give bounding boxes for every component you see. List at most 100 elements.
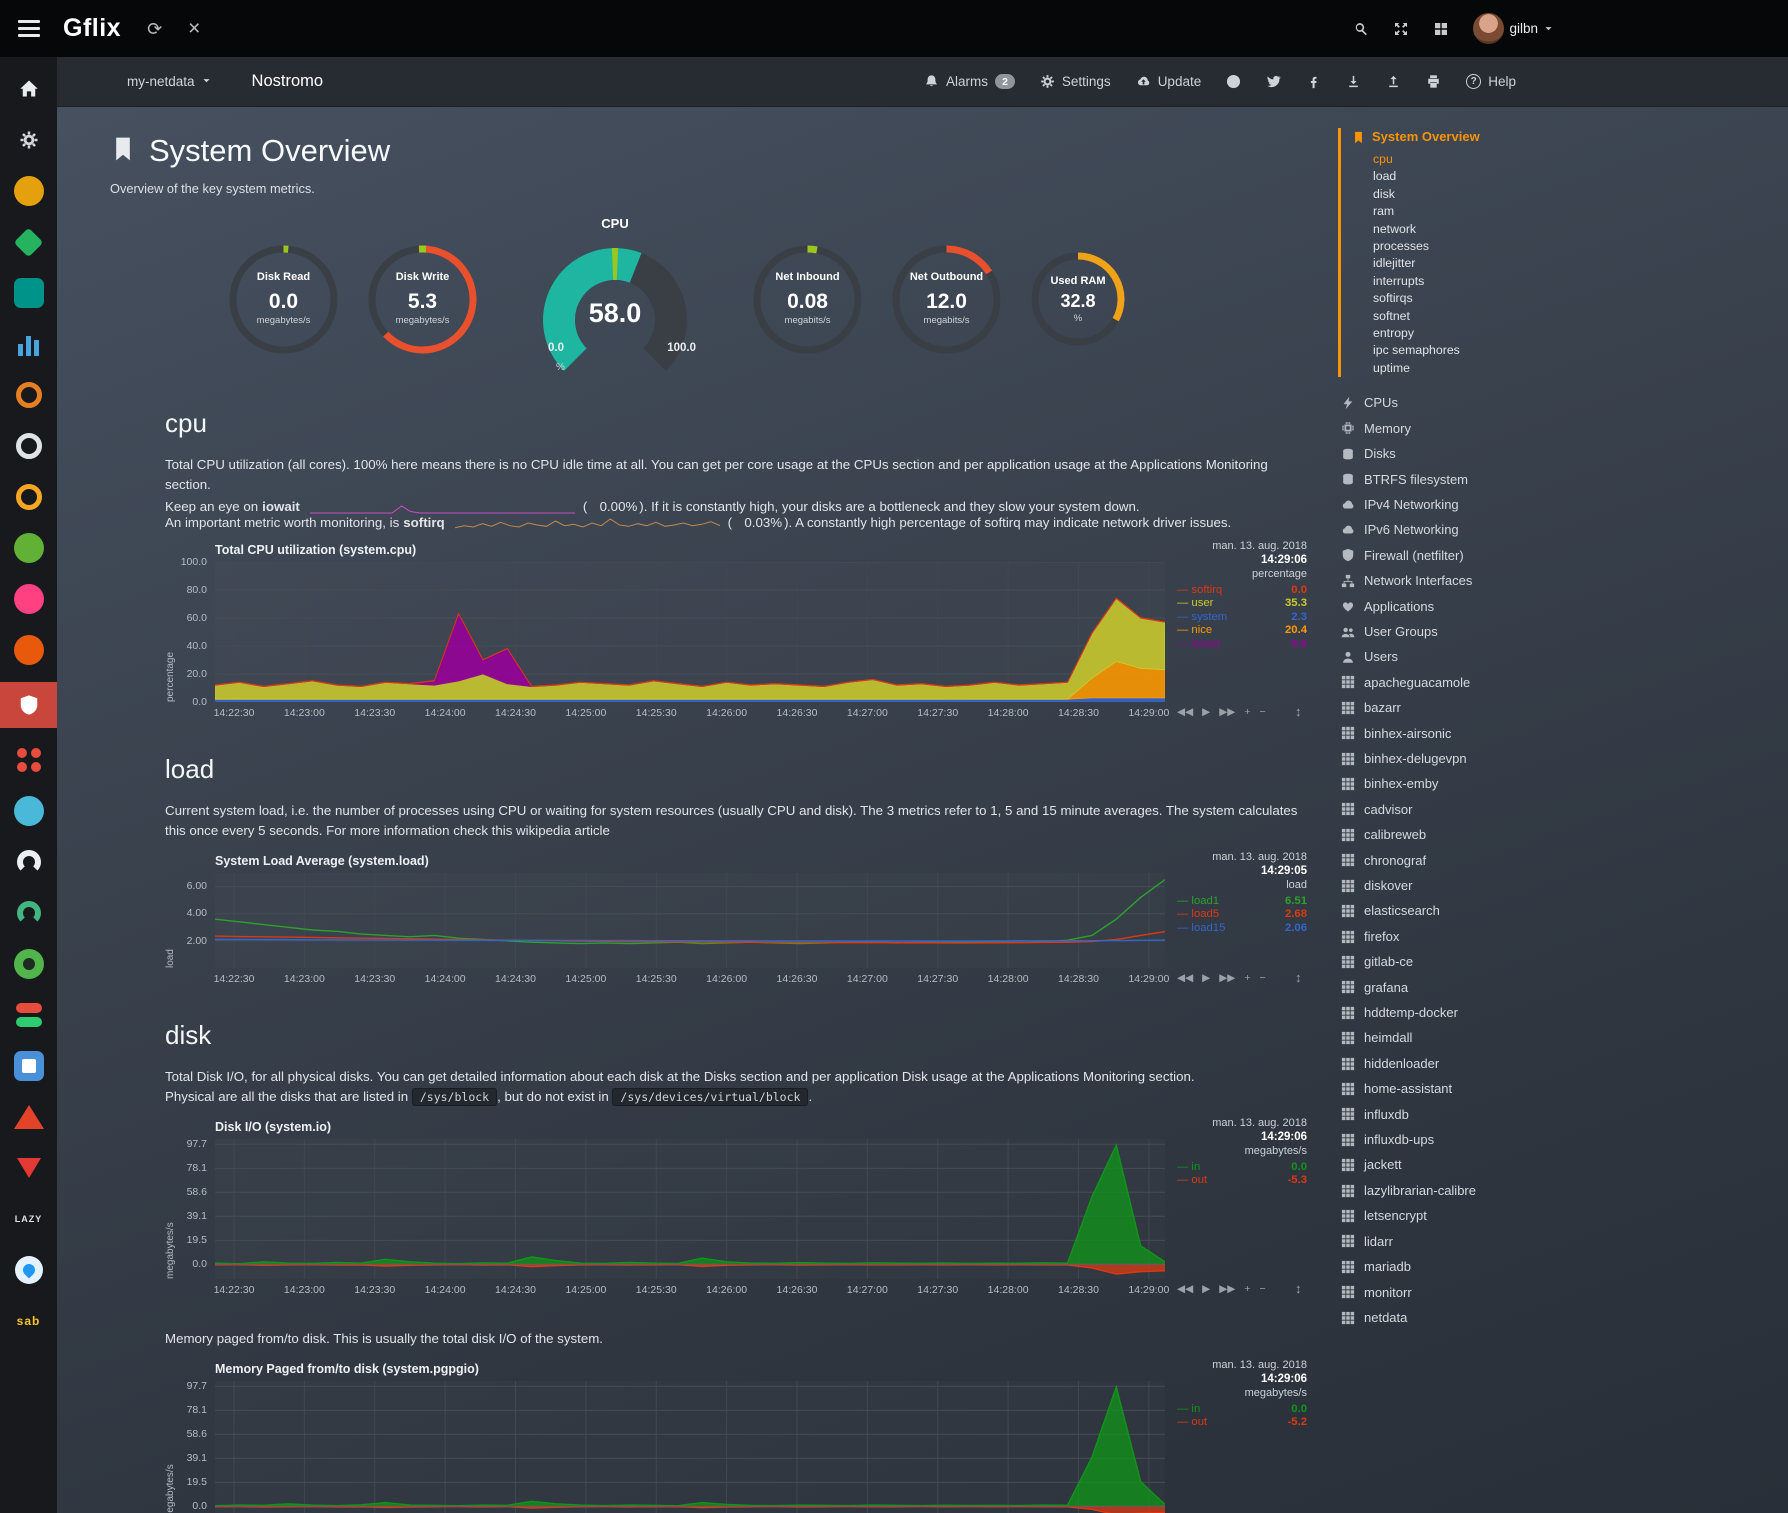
nav-item-mariadb[interactable]: mariadb [1338,1254,1788,1279]
nav-subitem-interrupts[interactable]: interrupts [1373,273,1788,290]
nav-item-home-assistant[interactable]: home-assistant [1338,1076,1788,1101]
app-shortcut-orange-circle[interactable] [0,172,57,210]
nav-item-cpus[interactable]: CPUs [1338,390,1788,415]
app-shortcut-green-circle[interactable] [0,529,57,567]
menu-item-print[interactable] [1426,74,1441,89]
app-shortcut-gitlab-fox[interactable] [0,1098,57,1136]
apps-grid-icon[interactable] [1433,21,1449,37]
nav-item-lidarr[interactable]: lidarr [1338,1229,1788,1254]
chart-plot-area[interactable] [215,562,1165,702]
legend-item-load15[interactable]: — load152.06 [1177,922,1307,936]
nav-item-system-overview[interactable]: System Overview [1352,128,1788,146]
app-shortcut-white-horseshoe[interactable] [0,843,57,881]
app-shortcut-blue-window[interactable] [0,1047,57,1085]
legend-item-out[interactable]: — out-5.3 [1177,1174,1307,1188]
chart-zoom-in-button[interactable]: + [1244,972,1250,984]
nav-item-calibreweb[interactable]: calibreweb [1338,822,1788,847]
legend-item-iowait[interactable]: — iowait0.0 [1177,638,1307,652]
nav-item-network-interfaces[interactable]: Network Interfaces [1338,568,1788,593]
fullscreen-icon[interactable] [1393,21,1409,37]
menu-item-github[interactable] [1226,74,1241,89]
gauge-cpu[interactable]: CPU58.00.0100.0% [520,216,710,382]
chart-resize-handle[interactable]: ↕ [1295,1281,1302,1296]
legend-item-system[interactable]: — system2.3 [1177,611,1307,625]
nav-item-firefox[interactable]: firefox [1338,924,1788,949]
chart-play-button[interactable]: ▶ [1202,1283,1210,1295]
nav-item-firewall-netfilter-[interactable]: Firewall (netfilter) [1338,543,1788,568]
legend-item-user[interactable]: — user35.3 [1177,597,1307,611]
nav-item-binhex-emby[interactable]: binhex-emby [1338,771,1788,796]
nav-item-cadvisor[interactable]: cadvisor [1338,797,1788,822]
menu-item-upload[interactable] [1386,74,1401,89]
server-dropdown[interactable]: my-netdata [127,74,212,89]
app-shortcut-sabnzbd[interactable]: sab [0,1302,57,1340]
app-shortcut-lazylibrarian[interactable]: LAZY [0,1200,57,1238]
chart-resize-handle[interactable]: ↕ [1295,970,1302,985]
nav-item-grafana[interactable]: grafana [1338,975,1788,1000]
nav-subitem-softnet[interactable]: softnet [1373,308,1788,325]
chart-zoom-out-button[interactable]: − [1260,972,1266,984]
app-shortcut-emby-circle[interactable] [0,945,57,983]
chart-plot-area[interactable] [215,1381,1165,1513]
hamburger-menu-icon[interactable] [0,0,57,57]
nav-subitem-entropy[interactable]: entropy [1373,325,1788,342]
chart-zoom-in-button[interactable]: + [1244,706,1250,718]
nav-item-elasticsearch[interactable]: elasticsearch [1338,898,1788,923]
nav-subitem-uptime[interactable]: uptime [1373,360,1788,377]
nav-subitem-idlejitter[interactable]: idlejitter [1373,255,1788,272]
nav-item-chronograf[interactable]: chronograf [1338,848,1788,873]
chart-forward-button[interactable]: ▶▶ [1219,706,1235,718]
menu-item-download[interactable] [1346,74,1361,89]
menu-item-twitter[interactable] [1266,74,1281,89]
refresh-icon[interactable]: ⟳ [147,20,162,38]
nav-subitem-cpu[interactable]: cpu [1373,151,1788,168]
server-dropdown-label[interactable]: my-netdata [127,74,195,89]
nav-subitem-load[interactable]: load [1373,168,1788,185]
chart-forward-button[interactable]: ▶▶ [1219,972,1235,984]
avatar[interactable] [1473,13,1504,44]
nav-subitem-disk[interactable]: disk [1373,186,1788,203]
app-shortcut-red-dots[interactable] [0,741,57,779]
nav-item-influxdb[interactable]: influxdb [1338,1102,1788,1127]
nav-item-hddtemp-docker[interactable]: hddtemp-docker [1338,1000,1788,1025]
nav-subitem-network[interactable]: network [1373,221,1788,238]
legend-item-softirq[interactable]: — softirq0.0 [1177,584,1307,598]
legend-item-nice[interactable]: — nice20.4 [1177,624,1307,638]
app-shortcut-white-ring[interactable] [0,427,57,465]
nav-item-influxdb-ups[interactable]: influxdb-ups [1338,1127,1788,1152]
chart-rewind-button[interactable]: ◀◀ [1177,972,1193,984]
chart-zoom-out-button[interactable]: − [1260,706,1266,718]
chart-forward-button[interactable]: ▶▶ [1219,1283,1235,1295]
chart-rewind-button[interactable]: ◀◀ [1177,1283,1193,1295]
app-shortcut-amber-ring[interactable] [0,478,57,516]
nav-item-jackett[interactable]: jackett [1338,1152,1788,1177]
nav-item-gitlab-ce[interactable]: gitlab-ce [1338,949,1788,974]
legend-item-in[interactable]: — in0.0 [1177,1161,1307,1175]
nav-item-heimdall[interactable]: heimdall [1338,1025,1788,1050]
nav-item-ipv6-networking[interactable]: IPv6 Networking [1338,517,1788,542]
nav-item-letsencrypt[interactable]: letsencrypt [1338,1203,1788,1228]
app-shortcut-orange-ring[interactable] [0,376,57,414]
menu-item-update[interactable]: Update [1136,74,1202,89]
app-shortcut-pills[interactable] [0,996,57,1034]
nav-item-users[interactable]: Users [1338,644,1788,669]
chart-plot-area[interactable] [215,873,1165,968]
app-shortcut-flame-circle[interactable] [0,631,57,669]
app-shortcut-active-shield[interactable] [0,682,57,728]
nav-item-diskover[interactable]: diskover [1338,873,1788,898]
chart-play-button[interactable]: ▶ [1202,972,1210,984]
gauge-used-ram[interactable]: Used RAM32.8% [1028,249,1128,349]
close-icon[interactable]: × [188,18,200,39]
chart-play-button[interactable]: ▶ [1202,706,1210,718]
app-shortcut-blue-bars[interactable] [0,325,57,363]
username[interactable]: gilbn [1509,21,1538,36]
nav-item-monitorr[interactable]: monitorr [1338,1280,1788,1305]
menu-item-help[interactable]: ?Help [1466,74,1516,89]
chart-rewind-button[interactable]: ◀◀ [1177,706,1193,718]
legend-item-in[interactable]: — in0.0 [1177,1403,1307,1417]
nav-item-lazylibrarian-calibre[interactable]: lazylibrarian-calibre [1338,1178,1788,1203]
settings-shortcut[interactable] [0,121,57,159]
app-shortcut-pink-circle[interactable] [0,580,57,618]
app-shortcut-blue-circle[interactable] [0,792,57,830]
nav-item-disks[interactable]: Disks [1338,441,1788,466]
